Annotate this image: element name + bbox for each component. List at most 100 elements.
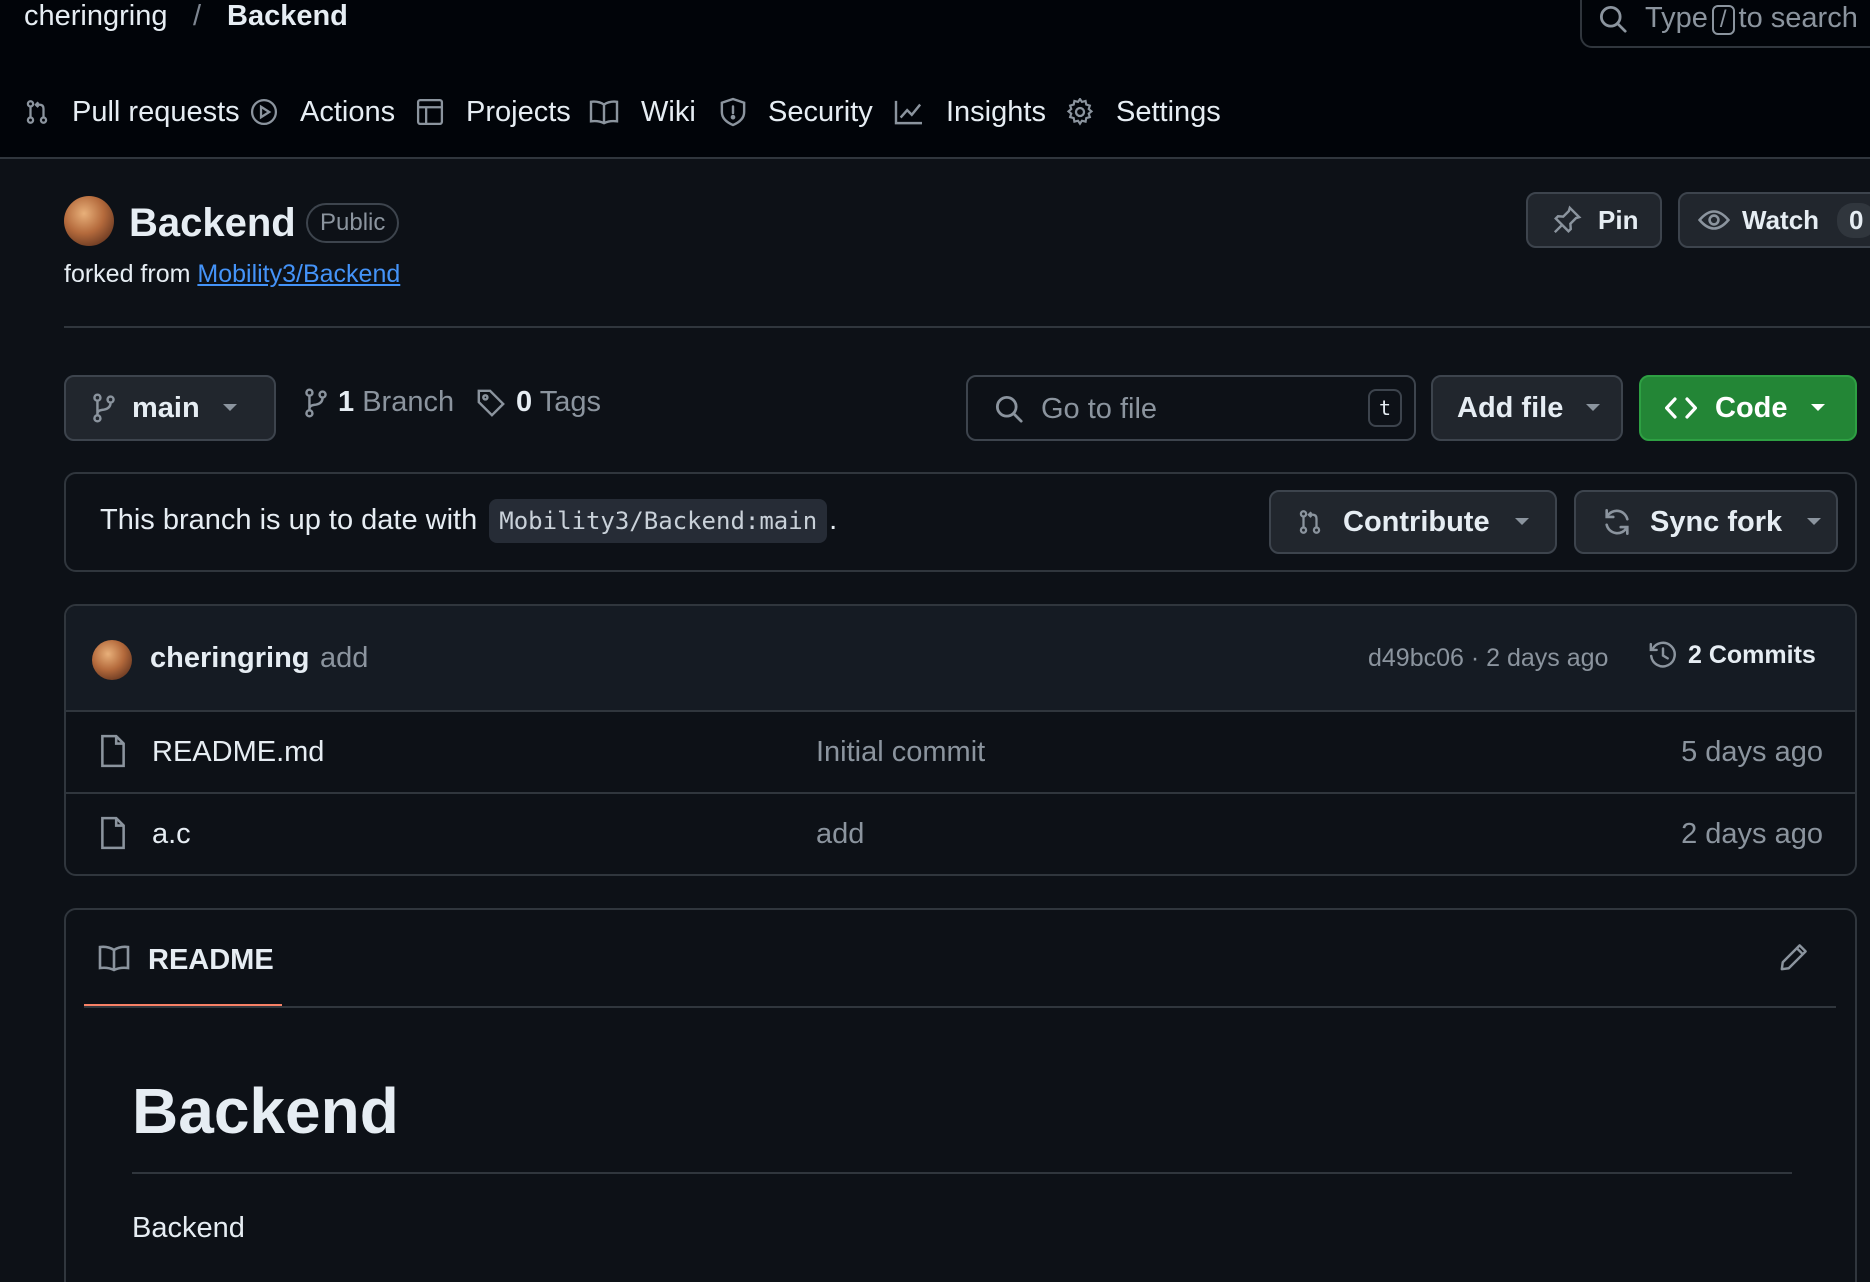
watch-count: 0 [1837, 202, 1870, 238]
latest-commit-bar: cheringring add d49bc06 · 2 days ago 2 C… [66, 606, 1855, 712]
tab-settings[interactable]: Settings [1066, 92, 1221, 132]
forked-source-link[interactable]: Mobility3/Backend [197, 260, 400, 288]
search-placeholder: Type / to search [1645, 2, 1858, 35]
tab-actions[interactable]: Actions [250, 92, 395, 132]
branch-icon [92, 393, 116, 423]
wiki-icon [589, 99, 619, 125]
forked-from-prefix: forked from [64, 260, 191, 288]
add-file-button[interactable]: Add file [1431, 375, 1623, 441]
code-button[interactable]: Code [1639, 375, 1857, 441]
file-age: 5 days ago [1681, 736, 1823, 768]
breadcrumb-owner[interactable]: cheringring [24, 0, 167, 36]
file-icon [100, 734, 126, 768]
sync-fork-button[interactable]: Sync fork [1574, 490, 1838, 554]
tab-actions-label: Actions [300, 95, 396, 128]
watch-button[interactable]: Watch 0 [1678, 192, 1870, 248]
tab-pull-requests[interactable]: Pull requests [24, 92, 240, 132]
add-file-label: Add file [1457, 391, 1564, 424]
go-to-file-placeholder: Go to file [1041, 393, 1158, 425]
branch-name: main [132, 391, 200, 424]
fork-status-text: This branch is up to date with Mobility3… [100, 499, 838, 543]
repo-title: Backend [129, 201, 296, 245]
contribute-button[interactable]: Contribute [1269, 490, 1557, 554]
pin-label: Pin [1598, 204, 1639, 235]
search-placeholder-before: Type [1645, 2, 1708, 34]
file-name[interactable]: README.md [152, 736, 324, 769]
commits-label: Commits [1708, 640, 1816, 669]
readme-panel: README Backend Backend [64, 908, 1857, 1282]
go-to-file-input[interactable]: Go to file t [966, 375, 1416, 441]
branch-icon [304, 387, 328, 418]
tab-security[interactable]: Security [720, 92, 873, 132]
readme-body-text: Backend [132, 1212, 245, 1244]
branch-count: 1 [338, 386, 355, 418]
readme-heading: Backend [132, 1075, 399, 1147]
caret-down-icon [1585, 403, 1601, 413]
pull-request-icon [24, 98, 50, 126]
pencil-icon[interactable] [1779, 942, 1809, 972]
commit-author[interactable]: cheringring [150, 642, 310, 675]
watch-label: Watch [1742, 204, 1820, 235]
file-name[interactable]: a.c [152, 818, 191, 851]
history-icon [1648, 640, 1678, 670]
sync-icon [1602, 507, 1632, 537]
eye-icon [1698, 207, 1730, 233]
caret-down-icon [1806, 517, 1822, 527]
breadcrumb-separator: / [193, 0, 202, 32]
branches-link[interactable]: 1 Branch [304, 386, 454, 419]
file-age: 2 days ago [1681, 818, 1823, 850]
branch-selector[interactable]: main [64, 375, 276, 441]
code-icon [1665, 396, 1697, 420]
upstream-ref[interactable]: Mobility3/Backend:main [489, 499, 828, 543]
file-commit-message[interactable]: add [816, 818, 864, 851]
file-commit-message[interactable]: Initial commit [816, 736, 985, 769]
caret-down-icon [1810, 403, 1826, 413]
file-icon [100, 816, 126, 850]
search-shortcut-key: / [1711, 5, 1735, 35]
readme-heading-rule [132, 1172, 1792, 1174]
shield-icon [720, 97, 746, 127]
tab-projects-label: Projects [466, 95, 571, 128]
owner-avatar[interactable] [64, 196, 114, 246]
tab-security-label: Security [768, 95, 873, 128]
commit-author-avatar[interactable] [92, 640, 132, 680]
tab-settings-label: Settings [1116, 95, 1221, 128]
tab-projects[interactable]: Projects [416, 92, 571, 132]
commits-count: 2 [1688, 640, 1702, 669]
table-row[interactable]: a.c add 2 days ago [66, 794, 1855, 874]
tab-pull-requests-label: Pull requests [72, 95, 240, 128]
code-label: Code [1715, 391, 1788, 424]
breadcrumb-repo[interactable]: Backend [227, 0, 348, 36]
tag-icon [476, 388, 506, 418]
visibility-badge: Public [306, 203, 400, 243]
tag-count-label: Tags [539, 386, 601, 418]
commit-hash-time[interactable]: d49bc06 · 2 days ago [1368, 644, 1608, 673]
tab-wiki[interactable]: Wiki [589, 92, 696, 132]
caret-down-icon [222, 403, 238, 413]
search-icon [1598, 4, 1628, 34]
tags-link[interactable]: 0 Tags [476, 386, 601, 419]
commit-message[interactable]: add [320, 642, 368, 675]
pin-icon [1552, 205, 1582, 235]
global-search[interactable]: Type / to search [1580, 0, 1870, 48]
graph-icon [894, 99, 924, 125]
search-icon [994, 394, 1024, 424]
branch-count-label: Branch [362, 386, 455, 418]
go-to-file-shortcut: t [1368, 389, 1402, 427]
fork-status-message: This branch is up to date with [100, 504, 478, 536]
book-icon [98, 944, 130, 972]
file-table: cheringring add d49bc06 · 2 days ago 2 C… [64, 604, 1857, 876]
tab-readme[interactable]: README [84, 910, 282, 1008]
commits-link[interactable]: 2 Commits [1648, 640, 1816, 670]
pin-button[interactable]: Pin [1526, 192, 1662, 248]
tab-insights[interactable]: Insights [894, 92, 1046, 132]
contribute-label: Contribute [1343, 505, 1490, 538]
tag-count: 0 [516, 386, 533, 418]
sync-fork-label: Sync fork [1650, 505, 1783, 538]
table-row[interactable]: README.md Initial commit 5 days ago [66, 712, 1855, 794]
header-divider [64, 326, 1870, 328]
gear-icon [1066, 98, 1094, 126]
tab-divider [84, 1006, 1836, 1008]
pull-request-icon [1297, 508, 1323, 536]
fork-status-period: . [829, 504, 838, 536]
